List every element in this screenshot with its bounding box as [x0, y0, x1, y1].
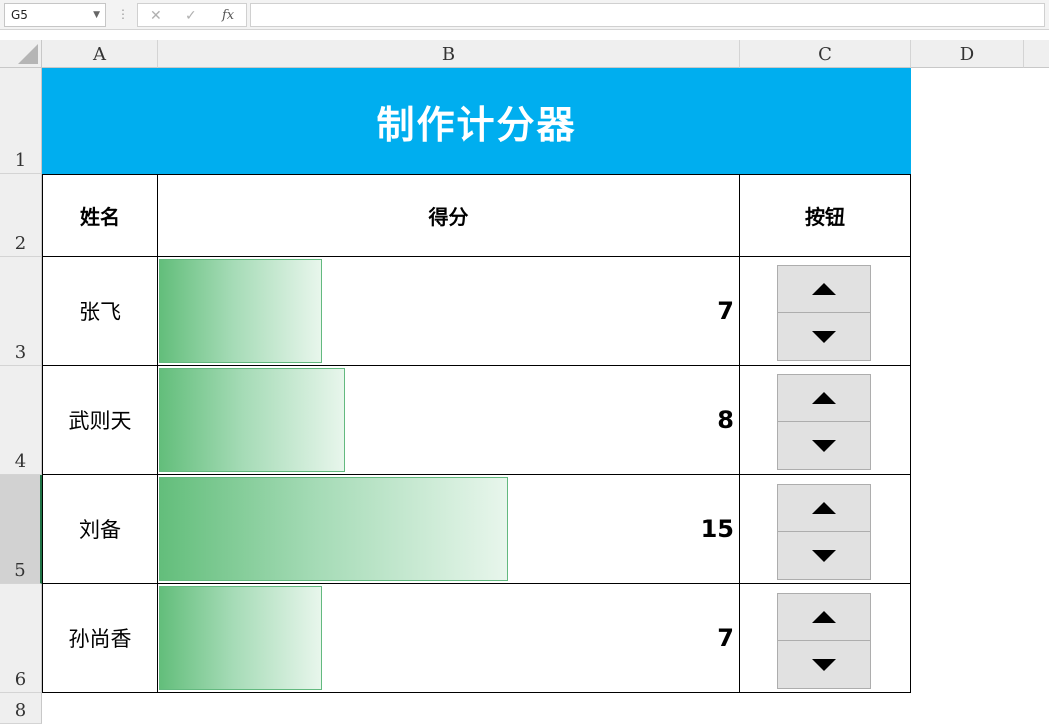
spinner-up-button[interactable] [778, 594, 870, 641]
triangle-down-icon [812, 658, 836, 671]
cell-name[interactable]: 孙尚香 [42, 584, 158, 693]
triangle-down-icon [812, 439, 836, 452]
insert-function-icon[interactable]: fx [222, 7, 234, 25]
column-header-b[interactable]: B [158, 40, 740, 68]
column-header-next[interactable] [1024, 40, 1049, 68]
spinner-down-button[interactable] [778, 641, 870, 688]
cell-score[interactable]: 7 [158, 584, 740, 693]
score-spinner[interactable] [777, 484, 871, 580]
triangle-down-icon [812, 330, 836, 343]
row-header-2[interactable]: 2 [0, 174, 42, 257]
spinner-up-button[interactable] [778, 485, 870, 532]
cell-name[interactable]: 张飞 [42, 257, 158, 366]
name-box-value: G5 [11, 8, 28, 22]
spinner-down-button[interactable] [778, 532, 870, 579]
header-button[interactable]: 按钮 [740, 174, 911, 257]
header-score[interactable]: 得分 [158, 174, 740, 257]
sheet-title[interactable]: 制作计分器 [42, 68, 911, 174]
row-header-5[interactable]: 5 [0, 475, 42, 584]
data-bar [159, 259, 322, 363]
chevron-down-icon[interactable]: ▼ [93, 4, 100, 26]
cell-score[interactable]: 7 [158, 257, 740, 366]
column-header-c[interactable]: C [740, 40, 911, 68]
data-bar [159, 368, 345, 472]
row-header-8[interactable]: 8 [0, 693, 42, 724]
spinner-down-button[interactable] [778, 422, 870, 469]
score-spinner[interactable] [777, 593, 871, 689]
data-bar [159, 477, 508, 581]
cell-button [740, 584, 911, 693]
spinner-up-button[interactable] [778, 375, 870, 422]
drag-handle-icon[interactable]: ⋮ [117, 7, 129, 21]
data-bar [159, 586, 322, 690]
cancel-icon[interactable]: ✕ [150, 7, 162, 25]
formula-buttons: ✕ ✓ fx [137, 3, 247, 27]
formula-input[interactable] [250, 3, 1045, 27]
header-name[interactable]: 姓名 [42, 174, 158, 257]
column-header-d[interactable]: D [911, 40, 1024, 68]
score-spinner[interactable] [777, 265, 871, 361]
score-value: 15 [700, 515, 734, 543]
score-value: 8 [717, 406, 734, 434]
enter-icon[interactable]: ✓ [185, 7, 197, 25]
row-header-3[interactable]: 3 [0, 257, 42, 366]
cell-button [740, 366, 911, 475]
row-header-4[interactable]: 4 [0, 366, 42, 475]
triangle-down-icon [812, 549, 836, 562]
spinner-up-button[interactable] [778, 266, 870, 313]
cell-button [740, 475, 911, 584]
name-box[interactable]: G5 ▼ [4, 3, 106, 27]
triangle-up-icon [812, 611, 836, 623]
cell-name[interactable]: 刘备 [42, 475, 158, 584]
spinner-down-button[interactable] [778, 313, 870, 360]
score-value: 7 [717, 624, 734, 652]
cell-score[interactable]: 8 [158, 366, 740, 475]
score-value: 7 [717, 297, 734, 325]
triangle-up-icon [812, 502, 836, 514]
cell-button [740, 257, 911, 366]
cell-name[interactable]: 武则天 [42, 366, 158, 475]
column-header-a[interactable]: A [42, 40, 158, 68]
score-spinner[interactable] [777, 374, 871, 470]
row-header-6[interactable]: 6 [0, 584, 42, 693]
triangle-up-icon [812, 283, 836, 295]
select-all-corner[interactable] [0, 40, 42, 68]
row-header-1[interactable]: 1 [0, 68, 42, 174]
triangle-up-icon [812, 392, 836, 404]
formula-bar: G5 ▼ ⋮ ✕ ✓ fx [0, 0, 1049, 30]
cell-score[interactable]: 15 [158, 475, 740, 584]
